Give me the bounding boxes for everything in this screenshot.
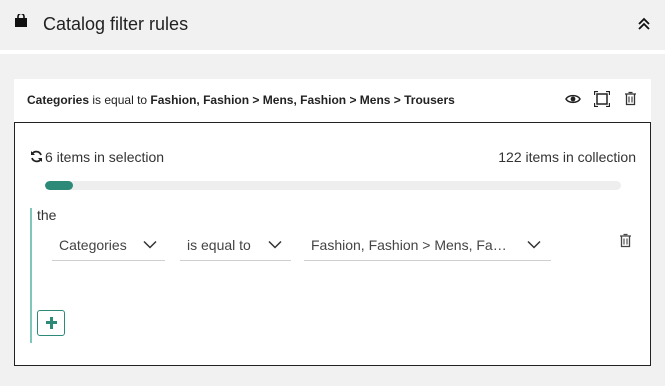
delete-condition-trash-icon[interactable] xyxy=(619,233,632,248)
add-condition-button[interactable] xyxy=(37,310,65,336)
frame-icon[interactable] xyxy=(594,91,610,107)
rule-group-label: the xyxy=(37,207,57,223)
value-select-value: Fashion, Fashion > Mens, Fas... xyxy=(311,237,508,253)
rule-summary-card[interactable]: Categories is equal to Fashion, Fashion … xyxy=(14,79,651,123)
rule-operator: is equal to xyxy=(92,93,148,107)
rule-field: Categories xyxy=(27,93,90,107)
rule-summary-text: Categories is equal to Fashion, Fashion … xyxy=(27,93,455,107)
selection-progress-bar xyxy=(45,181,621,190)
collection-count: 122 items in collection xyxy=(498,149,636,165)
chevron-down-icon xyxy=(268,240,282,249)
progress-fill xyxy=(45,181,74,190)
chevron-down-icon xyxy=(527,240,541,249)
selection-count: 6 items in selection xyxy=(45,149,165,165)
value-select[interactable]: Fashion, Fashion > Mens, Fas... xyxy=(304,229,551,261)
eye-icon[interactable] xyxy=(565,92,581,106)
header-divider xyxy=(0,50,665,54)
operator-select[interactable]: is equal to xyxy=(180,229,291,261)
chevron-down-icon xyxy=(143,240,157,249)
shopping-bag-icon xyxy=(15,14,27,27)
trash-icon[interactable] xyxy=(624,91,637,106)
chevron-double-up-icon[interactable] xyxy=(636,16,652,32)
sync-icon xyxy=(31,150,42,163)
rule-value: Fashion, Fashion > Mens, Fashion > Mens … xyxy=(150,93,455,107)
rule-group-bar xyxy=(30,208,32,343)
field-select-value: Categories xyxy=(59,237,127,253)
field-select[interactable]: Categories xyxy=(52,229,165,261)
panel-header: Catalog filter rules xyxy=(0,0,665,50)
rule-editor: 6 items in selection 122 items in collec… xyxy=(14,122,651,366)
panel-title: Catalog filter rules xyxy=(43,14,189,34)
operator-select-value: is equal to xyxy=(187,237,251,253)
